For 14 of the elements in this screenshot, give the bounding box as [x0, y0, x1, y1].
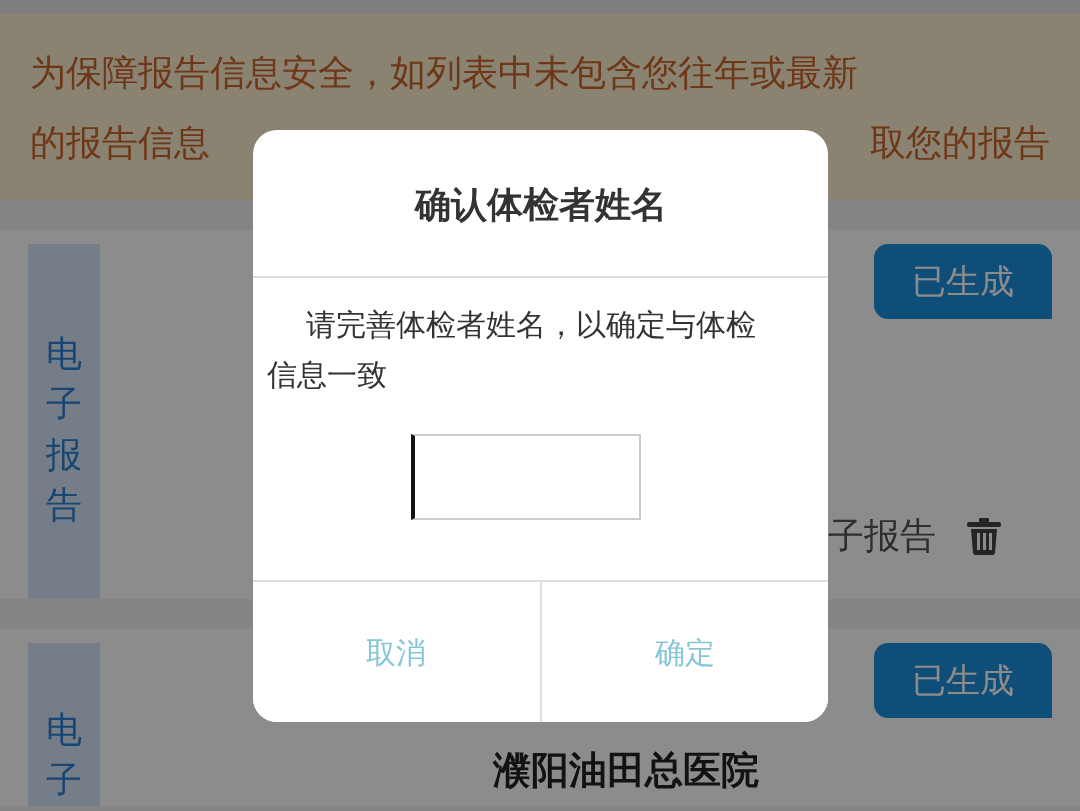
- dialog-message: 请完善体检者姓名，以确定与体检信息一致: [267, 306, 757, 394]
- hospital-name: 濮阳油田总医院: [493, 747, 759, 794]
- name-input-field[interactable]: [410, 434, 641, 520]
- delete-icon[interactable]: [966, 517, 1002, 555]
- dialog-title: 确认体检者姓名: [253, 130, 828, 278]
- report-type-label: 电子报告: [46, 332, 82, 528]
- notice-text: 的报告信息: [30, 121, 210, 165]
- notice-text: 取您的报告: [870, 121, 1050, 165]
- status-tag: 已生成: [874, 244, 1052, 319]
- confirm-button[interactable]: 确定: [539, 582, 828, 722]
- status-tag: 已生成: [874, 643, 1052, 718]
- report-link[interactable]: 子报告: [828, 509, 936, 563]
- report-type-label: 电子: [46, 708, 82, 803]
- notice-text: 为保障报告信息安全，如列表中未包含您往年或最新: [30, 51, 859, 95]
